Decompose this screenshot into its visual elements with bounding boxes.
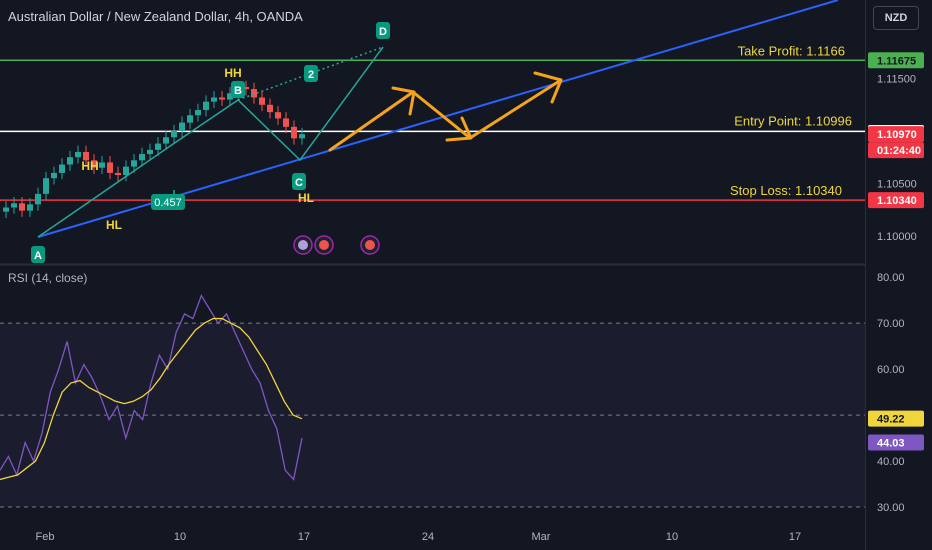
rsi-ma-value-label: 49.22 [877, 414, 905, 426]
candle-body [211, 97, 217, 102]
time-tick: 17 [789, 531, 801, 543]
hh-label: HH [81, 159, 98, 173]
entry-point-label: Entry Point: 1.10996 [734, 113, 852, 128]
time-tick: Feb [36, 531, 55, 543]
candle-body [75, 151, 81, 158]
candle-body [267, 104, 273, 113]
candle-body [219, 97, 225, 100]
hl-label: HL [298, 191, 314, 205]
event-icon-glyph [298, 240, 308, 250]
candle-body [163, 137, 169, 144]
candle-body [35, 193, 41, 205]
point-a-label: A [34, 250, 42, 262]
price-tick: 1.11500 [877, 74, 916, 86]
candle-body [11, 203, 17, 208]
candle-body [179, 122, 185, 131]
hl-label: HL [106, 218, 122, 232]
pattern-line [37, 46, 384, 238]
time-tick: 10 [666, 531, 678, 543]
take-profit-price-label: 1.11675 [877, 55, 916, 67]
time-tick: Mar [532, 531, 551, 543]
rsi-tick: 60.00 [877, 364, 905, 376]
hh-label: HH [224, 66, 241, 80]
time-tick: 10 [174, 531, 186, 543]
arrow-head [391, 86, 416, 116]
flag-icon-glyph [365, 240, 375, 250]
candle-body [99, 162, 105, 168]
candle-body [131, 160, 137, 167]
candle-body [291, 126, 297, 139]
rsi-tick: 40.00 [877, 456, 905, 468]
candle-body [139, 154, 145, 161]
candle-body [251, 89, 257, 98]
candle-body [283, 118, 289, 127]
candle-body [147, 149, 153, 155]
time-tick: 24 [422, 531, 434, 543]
candle-body [3, 207, 9, 212]
candle-body [171, 131, 177, 138]
candle-body [59, 164, 65, 173]
rsi-tick: 30.00 [877, 502, 905, 514]
candle-body [187, 115, 193, 123]
candle-body [259, 97, 265, 105]
rsi-value-label: 44.03 [877, 438, 905, 450]
rsi-title: RSI (14, close) [8, 271, 88, 285]
candle-body [275, 112, 281, 119]
candle-body [155, 143, 161, 150]
candle-body [299, 134, 305, 139]
candle-body [51, 172, 57, 179]
time-tick: 17 [298, 531, 310, 543]
candle-body [43, 178, 49, 194]
point-2-label: 2 [308, 69, 314, 81]
candle-body [195, 110, 201, 116]
candle-body [203, 101, 209, 111]
point-c-label: C [295, 177, 303, 189]
candle-body [27, 204, 33, 211]
flag-icon-glyph [319, 240, 329, 250]
price-tick: 1.10500 [877, 178, 917, 190]
rsi-tick: 70.00 [877, 318, 905, 330]
candle-body [123, 166, 129, 176]
currency-button[interactable]: NZD [873, 6, 919, 30]
stop-loss-price-label: 1.10340 [877, 195, 917, 207]
ratio-label: 0.457 [154, 197, 182, 209]
countdown-label: 01:24:40 [877, 145, 921, 157]
price-tick: 1.10000 [877, 231, 917, 243]
rsi-tick: 80.00 [877, 272, 905, 284]
candle-body [19, 203, 25, 211]
candle-body [67, 157, 73, 165]
chart-title: Australian Dollar / New Zealand Dollar, … [8, 9, 303, 24]
candle-body [107, 162, 113, 173]
point-d-label: D [379, 26, 387, 38]
point-b-label: B [234, 85, 242, 97]
chart-canvas[interactable]: A B C D 2 0.457 HH HL HH HL Take Profit: 1.1166 Ent… [0, 0, 932, 550]
last-price-label: 1.10970 [877, 129, 917, 141]
candle-body [115, 172, 121, 176]
stop-loss-label: Stop Loss: 1.10340 [730, 183, 842, 198]
take-profit-label: Take Profit: 1.1166 [738, 43, 845, 58]
